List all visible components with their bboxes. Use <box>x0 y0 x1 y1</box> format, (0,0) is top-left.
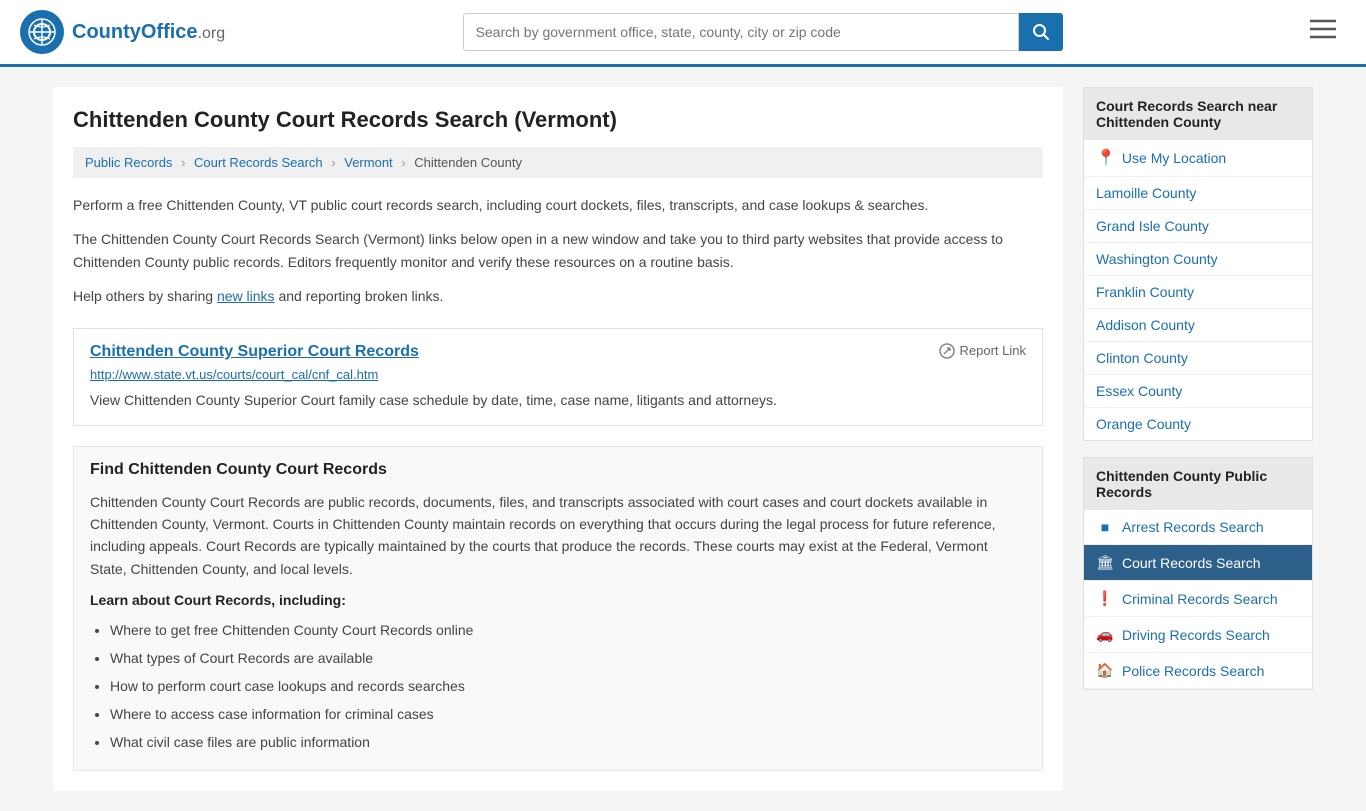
pr-item-label: Arrest Records Search <box>1122 519 1264 535</box>
find-list-item: How to perform court case lookups and re… <box>110 672 1026 700</box>
pr-item-label: Criminal Records Search <box>1122 591 1278 607</box>
page-title: Chittenden County Court Records Search (… <box>73 107 1043 133</box>
content-area: Chittenden County Court Records Search (… <box>53 87 1063 791</box>
breadcrumb-vermont[interactable]: Vermont <box>344 155 392 170</box>
nearby-county-link[interactable]: Lamoille County <box>1084 177 1312 210</box>
sep1: › <box>181 155 185 170</box>
description-3: Help others by sharing new links and rep… <box>73 285 1043 307</box>
nearby-county-link[interactable]: Essex County <box>1084 375 1312 408</box>
menu-button[interactable] <box>1300 19 1346 45</box>
nearby-county-link[interactable]: Washington County <box>1084 243 1312 276</box>
new-links-link[interactable]: new links <box>217 288 275 304</box>
find-section-title: Find Chittenden County Court Records <box>90 461 1026 479</box>
find-list-item: Where to access case information for cri… <box>110 700 1026 728</box>
public-records-item[interactable]: 🏛 Court Records Search <box>1084 545 1312 581</box>
pr-item-icon: 🚗 <box>1096 626 1114 643</box>
search-button[interactable] <box>1019 13 1063 51</box>
public-records-section: Chittenden County Public Records ■ Arrest… <box>1083 457 1313 690</box>
pr-item-icon: 🏛 <box>1096 554 1114 571</box>
nearby-counties-list: Lamoille CountyGrand Isle CountyWashingt… <box>1084 177 1312 440</box>
location-pin-icon: 📍 <box>1096 148 1116 168</box>
nearby-title: Court Records Search near Chittenden Cou… <box>1084 88 1312 140</box>
use-my-location-label: Use My Location <box>1122 150 1226 166</box>
find-list-item: What civil case files are public informa… <box>110 728 1026 756</box>
breadcrumb-chittenden: Chittenden County <box>414 155 522 170</box>
nearby-county-link[interactable]: Clinton County <box>1084 342 1312 375</box>
record-description: View Chittenden County Superior Court fa… <box>90 390 1026 411</box>
find-section: Find Chittenden County Court Records Chi… <box>73 446 1043 772</box>
description-3-post: and reporting broken links. <box>275 288 444 304</box>
description-2: The Chittenden County Court Records Sear… <box>73 228 1043 273</box>
sidebar: Court Records Search near Chittenden Cou… <box>1083 87 1313 791</box>
public-records-item[interactable]: ❗ Criminal Records Search <box>1084 581 1312 617</box>
public-records-item[interactable]: ■ Arrest Records Search <box>1084 510 1312 545</box>
breadcrumb-court-records[interactable]: Court Records Search <box>194 155 323 170</box>
nearby-county-link[interactable]: Franklin County <box>1084 276 1312 309</box>
breadcrumb: Public Records › Court Records Search › … <box>73 147 1043 178</box>
pr-item-icon: 🏠 <box>1096 662 1114 679</box>
use-my-location-link[interactable]: 📍 Use My Location <box>1084 140 1312 177</box>
nearby-county-link[interactable]: Addison County <box>1084 309 1312 342</box>
search-input[interactable] <box>463 13 1019 51</box>
find-learn-title: Learn about Court Records, including: <box>90 592 1026 608</box>
logo-text: CountyOffice.org <box>72 21 225 44</box>
breadcrumb-public-records[interactable]: Public Records <box>85 155 172 170</box>
public-records-list: ■ Arrest Records Search 🏛 Court Records Sea… <box>1084 510 1312 689</box>
sep2: › <box>331 155 335 170</box>
description-3-pre: Help others by sharing <box>73 288 217 304</box>
find-description: Chittenden County Court Records are publ… <box>90 491 1026 581</box>
pr-item-label: Police Records Search <box>1122 663 1264 679</box>
logo-area: CountyOffice.org <box>20 10 225 54</box>
record-card-header: Chittenden County Superior Court Records… <box>90 343 1026 361</box>
record-url-link[interactable]: http://www.state.vt.us/courts/court_cal/… <box>90 367 1026 382</box>
public-records-item[interactable]: 🚗 Driving Records Search <box>1084 617 1312 653</box>
search-bar <box>463 13 1063 51</box>
nearby-section: Court Records Search near Chittenden Cou… <box>1083 87 1313 441</box>
header: CountyOffice.org <box>0 0 1366 67</box>
description-1: Perform a free Chittenden County, VT pub… <box>73 194 1043 216</box>
public-records-item[interactable]: 🏠 Police Records Search <box>1084 653 1312 689</box>
report-link[interactable]: Report Link <box>939 343 1026 359</box>
pr-item-icon: ❗ <box>1096 590 1114 607</box>
pr-item-icon: ■ <box>1096 519 1114 535</box>
logo-icon <box>20 10 64 54</box>
find-list: Where to get free Chittenden County Cour… <box>90 616 1026 756</box>
find-list-item: What types of Court Records are availabl… <box>110 644 1026 672</box>
pr-item-label: Driving Records Search <box>1122 627 1270 643</box>
record-card: Chittenden County Superior Court Records… <box>73 328 1043 426</box>
report-link-label: Report Link <box>960 343 1026 358</box>
public-records-title: Chittenden County Public Records <box>1084 458 1312 510</box>
find-list-item: Where to get free Chittenden County Cour… <box>110 616 1026 644</box>
nearby-county-link[interactable]: Orange County <box>1084 408 1312 440</box>
nearby-county-link[interactable]: Grand Isle County <box>1084 210 1312 243</box>
pr-item-label: Court Records Search <box>1122 555 1261 571</box>
main-container: Chittenden County Court Records Search (… <box>33 67 1333 811</box>
sep3: › <box>401 155 405 170</box>
record-title-link[interactable]: Chittenden County Superior Court Records <box>90 343 419 361</box>
